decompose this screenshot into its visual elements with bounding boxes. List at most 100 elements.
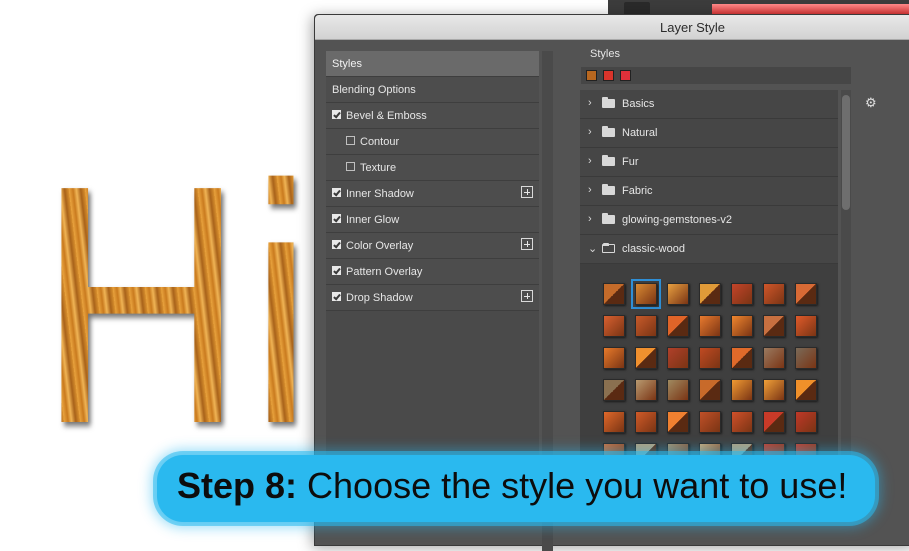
instruction-step: Step 8: <box>177 465 298 506</box>
style-swatch[interactable] <box>603 315 625 337</box>
dialog-titlebar[interactable]: Layer Style <box>315 15 909 40</box>
folder-icon <box>602 155 615 166</box>
style-swatch[interactable] <box>635 347 657 369</box>
style-list-item[interactable]: Pattern Overlay <box>326 259 539 285</box>
folder-name: Natural <box>622 127 658 139</box>
scrollbar-thumb[interactable] <box>842 95 850 210</box>
style-swatch[interactable] <box>795 283 817 305</box>
preset-swatch[interactable] <box>586 70 597 81</box>
style-folder[interactable]: ⌄ classic-wood <box>580 235 838 264</box>
style-swatch[interactable] <box>795 347 817 369</box>
style-swatch[interactable] <box>699 379 721 401</box>
preset-swatch[interactable] <box>620 70 631 81</box>
style-swatch[interactable] <box>603 283 625 305</box>
folder-name: classic-wood <box>622 243 685 255</box>
chevron-down-icon[interactable]: ⌄ <box>588 242 597 255</box>
gear-icon[interactable]: ⚙ <box>865 95 877 111</box>
folder-name: glowing-gemstones-v2 <box>622 214 733 226</box>
style-list-item[interactable]: Inner Shadow <box>326 181 539 207</box>
style-list-item[interactable]: Drop Shadow <box>326 285 539 311</box>
style-list-item[interactable]: Blending Options <box>326 77 539 103</box>
folder-icon <box>602 184 615 195</box>
style-list-label: Pattern Overlay <box>346 266 423 278</box>
checkbox[interactable] <box>332 240 341 249</box>
style-swatch[interactable] <box>795 411 817 433</box>
folder-icon <box>602 126 615 137</box>
style-swatch[interactable] <box>731 283 753 305</box>
checkbox[interactable] <box>332 292 341 301</box>
instruction-banner: Step 8: Choose the style you want to use… <box>157 455 875 522</box>
style-swatch[interactable] <box>603 347 625 369</box>
style-swatch[interactable] <box>635 315 657 337</box>
style-preset-bar <box>581 67 851 84</box>
style-list-item[interactable]: Bevel & Emboss <box>326 103 539 129</box>
add-effect-button[interactable] <box>521 186 533 198</box>
style-swatch[interactable] <box>731 347 753 369</box>
style-swatch[interactable] <box>635 379 657 401</box>
style-swatch[interactable] <box>763 347 785 369</box>
style-swatch[interactable] <box>763 283 785 305</box>
style-swatch[interactable] <box>667 347 689 369</box>
style-list-label: Drop Shadow <box>346 292 413 304</box>
style-swatch[interactable] <box>699 411 721 433</box>
style-folder[interactable]: › Basics <box>580 90 838 119</box>
chevron-right-icon[interactable]: › <box>588 126 592 138</box>
chevron-right-icon[interactable]: › <box>588 97 592 109</box>
style-swatch[interactable] <box>731 411 753 433</box>
folder-name: Fabric <box>622 185 653 197</box>
style-swatch[interactable] <box>795 315 817 337</box>
style-list: Styles Blending Options Bevel & Emboss Cont… <box>326 51 539 491</box>
chevron-right-icon[interactable]: › <box>588 184 592 196</box>
style-folder[interactable]: › Natural <box>580 119 838 148</box>
chevron-right-icon[interactable]: › <box>588 213 592 225</box>
style-swatch[interactable] <box>699 283 721 305</box>
style-list-item[interactable]: Contour <box>326 129 539 155</box>
style-list-item[interactable]: Color Overlay <box>326 233 539 259</box>
style-list-label: Inner Shadow <box>346 188 414 200</box>
style-list-label: Inner Glow <box>346 214 400 226</box>
style-list-item[interactable]: Styles <box>326 51 539 77</box>
dialog-title: Layer Style <box>660 20 726 35</box>
style-list-label: Bevel & Emboss <box>346 110 427 122</box>
style-swatch[interactable] <box>635 283 657 305</box>
add-effect-button[interactable] <box>521 290 533 302</box>
folder-icon <box>602 97 615 108</box>
style-list-item[interactable]: Texture <box>326 155 539 181</box>
style-folder[interactable]: › Fur <box>580 148 838 177</box>
instruction-body: Choose the style you want to use! <box>297 465 848 506</box>
style-swatch[interactable] <box>667 283 689 305</box>
instruction-text: Step 8: Choose the style you want to use… <box>177 463 847 509</box>
folder-name: Basics <box>622 98 655 110</box>
style-swatch[interactable] <box>699 315 721 337</box>
style-swatch[interactable] <box>731 315 753 337</box>
style-swatch[interactable] <box>699 347 721 369</box>
add-effect-button[interactable] <box>521 238 533 250</box>
style-folder[interactable]: › glowing-gemstones-v2 <box>580 206 838 235</box>
folder-name: Fur <box>622 156 639 168</box>
wood-text-artwork: Hi <box>38 115 318 495</box>
style-swatch[interactable] <box>731 379 753 401</box>
style-swatch[interactable] <box>763 379 785 401</box>
style-swatch[interactable] <box>635 411 657 433</box>
checkbox[interactable] <box>332 266 341 275</box>
style-list-item[interactable]: Inner Glow <box>326 207 539 233</box>
style-swatch[interactable] <box>667 411 689 433</box>
checkbox[interactable] <box>346 136 355 145</box>
checkbox[interactable] <box>332 110 341 119</box>
style-swatch[interactable] <box>795 379 817 401</box>
style-swatch[interactable] <box>667 379 689 401</box>
checkbox[interactable] <box>332 214 341 223</box>
style-swatch[interactable] <box>603 411 625 433</box>
style-swatch[interactable] <box>763 411 785 433</box>
style-swatch[interactable] <box>603 379 625 401</box>
checkbox[interactable] <box>332 188 341 197</box>
folder-icon <box>602 213 615 224</box>
checkbox[interactable] <box>346 162 355 171</box>
background-color-bar <box>712 4 909 14</box>
style-swatch[interactable] <box>667 315 689 337</box>
style-folder[interactable]: › Fabric <box>580 177 838 206</box>
style-swatch[interactable] <box>763 315 785 337</box>
chevron-right-icon[interactable]: › <box>588 155 592 167</box>
style-list-label: Color Overlay <box>346 240 414 252</box>
preset-swatch[interactable] <box>603 70 614 81</box>
